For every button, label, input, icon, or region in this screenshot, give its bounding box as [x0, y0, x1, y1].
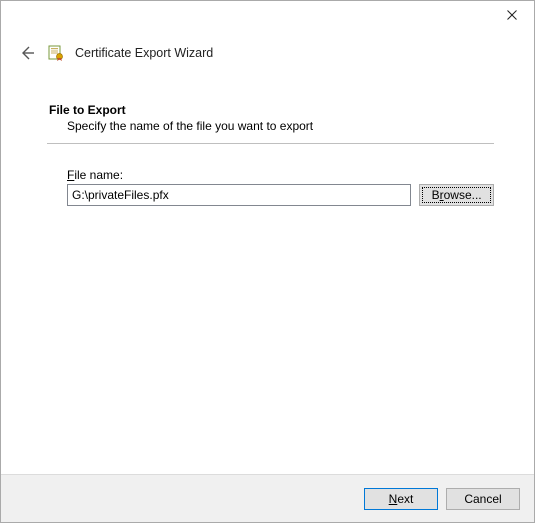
arrow-left-icon [19, 45, 35, 61]
filename-row: Browse... [67, 184, 494, 206]
label-suffix: ile name: [74, 168, 123, 182]
filename-label: File name: [67, 168, 494, 182]
filename-input[interactable] [67, 184, 411, 206]
wizard-footer: Next Cancel [1, 474, 534, 522]
browse-prefix: B [432, 188, 440, 202]
filename-block: File name: Browse... [67, 168, 494, 206]
step-title: File to Export [49, 103, 494, 117]
back-button[interactable] [17, 43, 37, 63]
titlebar [1, 1, 534, 31]
wizard-title: Certificate Export Wizard [75, 46, 213, 60]
close-icon [507, 10, 517, 20]
wizard-body: File to Export Specify the name of the f… [1, 69, 534, 206]
separator [47, 143, 494, 144]
wizard-header: Certificate Export Wizard [1, 31, 534, 69]
step-description: Specify the name of the file you want to… [67, 119, 494, 133]
next-suffix: ext [397, 492, 413, 506]
certificate-icon [47, 44, 65, 62]
cancel-button[interactable]: Cancel [446, 488, 520, 510]
next-button[interactable]: Next [364, 488, 438, 510]
close-button[interactable] [489, 1, 534, 29]
browse-suffix: owse... [444, 188, 482, 202]
browse-button[interactable]: Browse... [419, 184, 494, 206]
